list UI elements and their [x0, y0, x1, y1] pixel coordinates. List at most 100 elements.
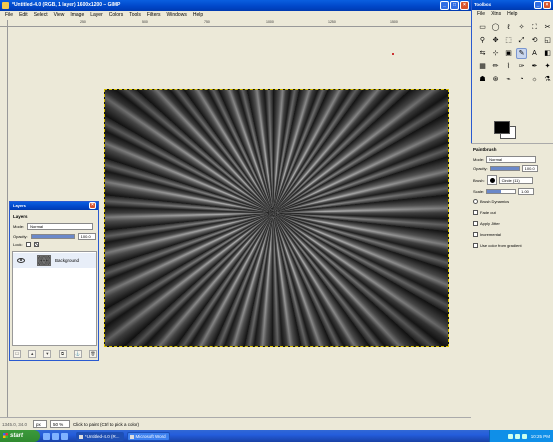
menu-select[interactable]: Select — [31, 11, 51, 20]
layer-opacity-value[interactable]: 100.0 — [77, 233, 96, 240]
taskbar-word[interactable]: Microsoft Word — [126, 431, 170, 441]
image-canvas[interactable] — [104, 89, 449, 347]
incremental-checkbox[interactable] — [473, 232, 478, 237]
menu-image[interactable]: Image — [67, 11, 87, 20]
scissors-select-tool-icon[interactable]: ✂ — [542, 22, 553, 33]
fade-out-checkbox[interactable] — [473, 210, 478, 215]
brush-dynamics-label[interactable]: Brush Dynamics — [480, 199, 509, 204]
scale-slider[interactable] — [486, 189, 517, 194]
flip-tool-icon[interactable]: ▦ — [477, 61, 488, 72]
toolbox-menu-xtns[interactable]: Xtns — [488, 10, 504, 18]
smudge-tool-icon[interactable]: ⌁ — [503, 74, 514, 85]
delete-layer-button[interactable]: 🗑 — [88, 350, 97, 358]
new-layer-button[interactable]: ☐ — [13, 350, 21, 358]
layer-mode-select[interactable]: Normal — [27, 223, 94, 230]
apply-jitter-checkbox[interactable] — [473, 221, 478, 226]
scale-value[interactable]: 1.00 — [518, 188, 535, 195]
crop-tool-icon[interactable]: ⇆ — [477, 48, 488, 59]
text-tool-icon[interactable]: A — [529, 48, 540, 59]
anchor-layer-button[interactable]: ⚓ — [73, 350, 82, 358]
apply-jitter-option[interactable]: Apply Jitter — [473, 221, 500, 226]
toolbox-close-button[interactable]: × — [543, 1, 551, 9]
zoom-tool-icon[interactable]: ⬚ — [503, 35, 514, 46]
network-icon[interactable] — [507, 433, 513, 439]
eraser-tool-icon[interactable]: ✑ — [516, 61, 527, 72]
horizontal-ruler[interactable]: 250 500 750 1000 1250 1500 — [8, 20, 471, 27]
raise-layer-button[interactable]: ▲ — [28, 350, 37, 358]
lock-pixels-toggle[interactable] — [25, 242, 31, 247]
vertical-ruler[interactable] — [0, 27, 8, 417]
move-tool-icon[interactable]: ⟲ — [529, 35, 540, 46]
gradient-color-label[interactable]: Use color from gradient — [480, 243, 522, 248]
desktop-icon[interactable] — [43, 432, 50, 440]
security-icon[interactable] — [521, 433, 527, 439]
tool-mode-select[interactable]: Normal — [486, 156, 537, 163]
unit-select[interactable]: px — [33, 420, 47, 428]
dodge-burn-tool-icon[interactable]: ◔ — [516, 74, 527, 85]
heal-tool-icon[interactable]: ⊛ — [490, 74, 501, 85]
minimize-button[interactable]: _ — [440, 1, 449, 10]
bucket-fill-tool-icon[interactable]: ⚗ — [542, 74, 553, 85]
browser-icon[interactable] — [52, 432, 59, 440]
taskbar-gimp[interactable]: *Untitled-4.0 (R... — [76, 431, 124, 441]
clone-tool-icon[interactable]: ☗ — [477, 74, 488, 85]
fuzzy-select-tool-icon[interactable]: ✧ — [516, 22, 527, 33]
gradient-color-option[interactable]: Use color from gradient — [473, 243, 522, 248]
menu-layer[interactable]: Layer — [87, 11, 106, 20]
tool-opacity-slider[interactable] — [489, 166, 520, 171]
rect-select-tool-icon[interactable]: ▭ — [477, 22, 488, 33]
perspective-tool-icon[interactable]: ◧ — [542, 48, 553, 59]
toolbox-menu-help[interactable]: Help — [504, 10, 520, 18]
layer-name[interactable]: Background — [55, 258, 79, 263]
layer-row[interactable]: Background — [13, 253, 96, 268]
incremental-label[interactable]: Incremental — [480, 232, 501, 237]
menu-filters[interactable]: Filters — [144, 11, 164, 20]
free-select-tool-icon[interactable]: ℓ — [503, 22, 514, 33]
menu-help[interactable]: Help — [190, 11, 206, 20]
layer-opacity-slider[interactable] — [30, 234, 75, 239]
foreground-color-swatch[interactable] — [494, 121, 510, 134]
measure-tool-icon[interactable]: ⤢ — [516, 35, 527, 46]
fade-out-option[interactable]: Fade out — [473, 210, 496, 215]
menu-windows[interactable]: Windows — [164, 11, 190, 20]
shear-tool-icon[interactable]: ✎ — [516, 48, 527, 59]
pencil-tool-icon[interactable]: ✏ — [490, 61, 501, 72]
duplicate-layer-button[interactable]: ⧉ — [58, 350, 67, 358]
fade-out-label[interactable]: Fade out — [480, 210, 496, 215]
layers-dialog-titlebar[interactable]: Layers × — [10, 202, 98, 210]
paths-tool-icon[interactable]: ⚲ — [477, 35, 488, 46]
brush-preview-icon[interactable] — [486, 175, 497, 185]
start-button[interactable]: start — [0, 430, 40, 442]
media-icon[interactable] — [61, 432, 68, 440]
airbrush-tool-icon[interactable]: ✒ — [529, 61, 540, 72]
color-picker-tool-icon[interactable]: ✥ — [490, 35, 501, 46]
toolbox-titlebar[interactable]: Toolbox _ × — [472, 0, 553, 10]
align-tool-icon[interactable]: ◱ — [542, 35, 553, 46]
blend-tool-icon[interactable]: ☼ — [529, 74, 540, 85]
lock-alpha-toggle[interactable] — [33, 242, 39, 247]
layers-list[interactable]: Background — [12, 251, 97, 346]
brush-name[interactable]: Circle (11) — [498, 176, 533, 184]
ink-tool-icon[interactable]: ✦ — [542, 61, 553, 72]
maximize-button[interactable]: □ — [450, 1, 459, 10]
toolbox-menu-file[interactable]: File — [474, 10, 488, 18]
layers-close-button[interactable]: × — [89, 202, 96, 209]
color-select-tool-icon[interactable]: ⛶ — [529, 22, 540, 33]
menu-edit[interactable]: Edit — [16, 11, 31, 20]
brush-dynamics-expander-icon[interactable] — [473, 199, 478, 204]
ruler-corner[interactable] — [0, 20, 8, 27]
menu-view[interactable]: View — [51, 11, 68, 20]
close-button[interactable]: × — [460, 1, 469, 10]
apply-jitter-label[interactable]: Apply Jitter — [480, 221, 500, 226]
paintbrush-tool-icon[interactable]: ⌇ — [503, 61, 514, 72]
zoom-select[interactable]: 50 % — [50, 420, 70, 428]
incremental-option[interactable]: Incremental — [473, 232, 501, 237]
gradient-color-checkbox[interactable] — [473, 243, 478, 248]
image-window-titlebar[interactable]: *Untitled-4.0 (RGB, 1 layer) 1600x1200 –… — [0, 0, 471, 11]
tool-opacity-value[interactable]: 100.0 — [521, 165, 538, 172]
brush-dynamics-row[interactable]: Brush Dynamics — [473, 199, 509, 204]
volume-icon[interactable] — [514, 433, 520, 439]
visibility-eye-icon[interactable] — [17, 258, 25, 263]
menu-colors[interactable]: Colors — [106, 11, 126, 20]
rotate-tool-icon[interactable]: ⊹ — [490, 48, 501, 59]
